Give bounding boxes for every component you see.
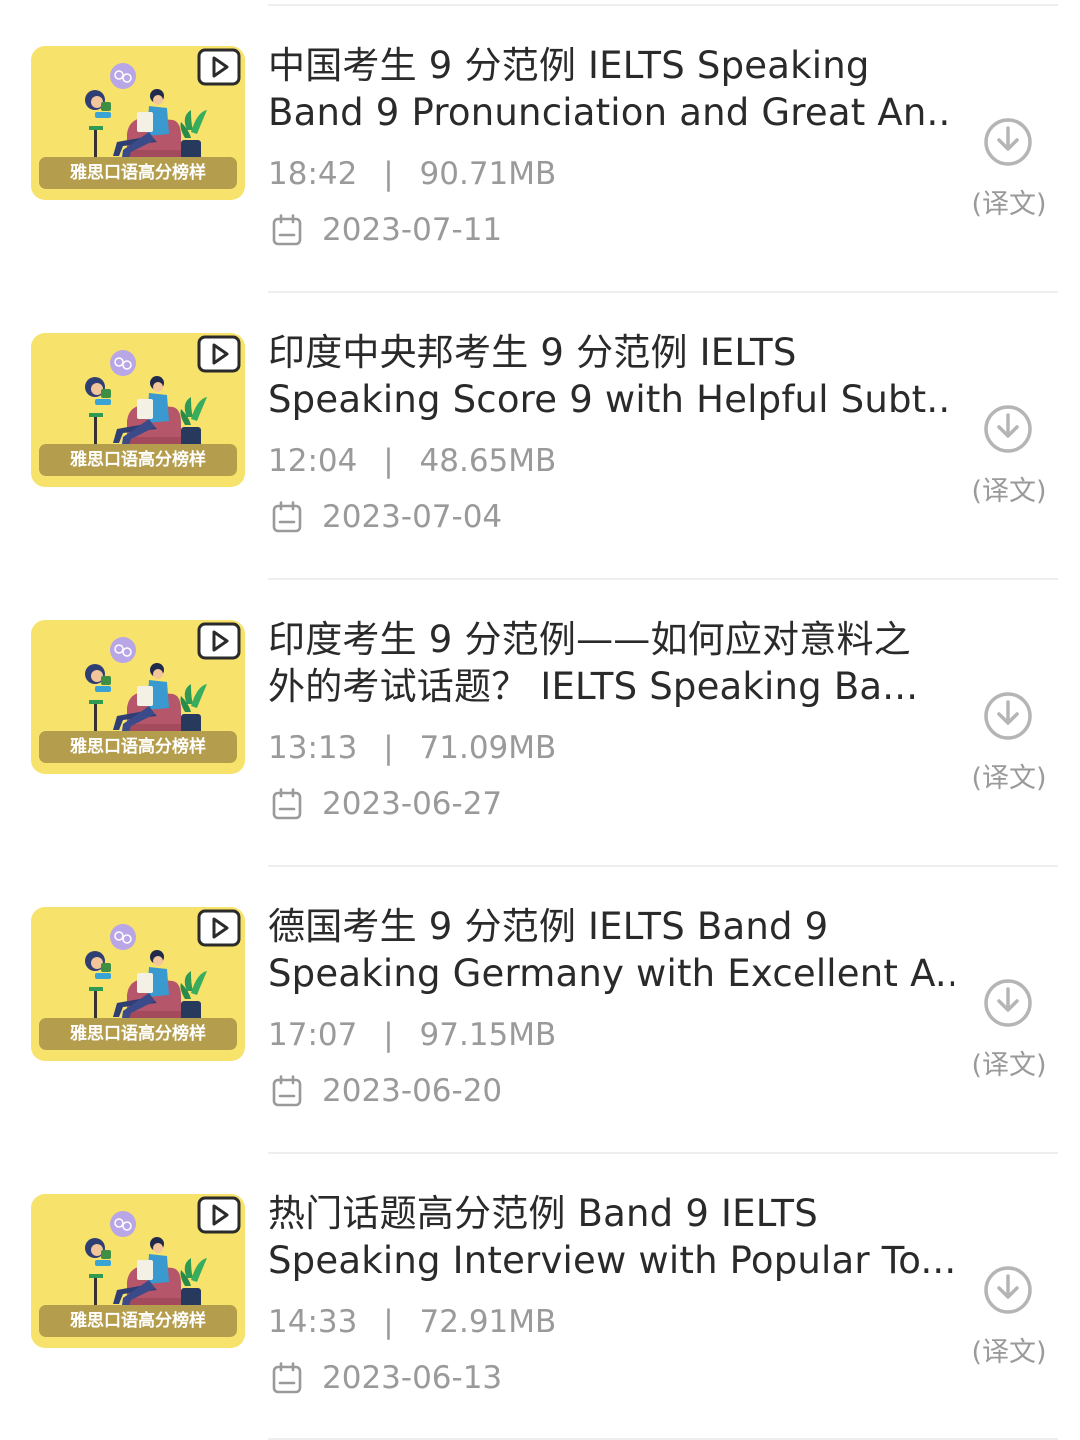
episode-date-text: 2023-06-13 — [322, 1360, 503, 1396]
play-icon[interactable] — [197, 622, 241, 660]
list-item[interactable]: 雅思口语高分榜样 印度考生 9 分范例——如何应对意料之 外的考试话题？ IEL… — [0, 574, 1080, 861]
list-item[interactable]: 雅思口语高分榜样 中国考生 9 分范例 IELTS Speaking Band … — [0, 0, 1080, 287]
episode-title[interactable]: 中国考生 9 分范例 IELTS Speaking Band 9 Pronunc… — [268, 42, 954, 136]
episode-title-line-1: 印度中央邦考生 9 分范例 IELTS — [268, 331, 797, 374]
translate-link[interactable]: (译文) — [964, 182, 1054, 221]
translate-link[interactable]: (译文) — [964, 1043, 1054, 1082]
episode-thumbnail[interactable]: 雅思口语高分榜样 — [31, 907, 245, 1061]
episode-date: 2023-06-20 — [272, 1073, 502, 1109]
meta-separator: | — [383, 730, 394, 766]
episode-title-line-2: Speaking Interview with Popular To... — [268, 1239, 954, 1282]
meta-separator: | — [383, 1017, 394, 1053]
episode-meta: 14:33 | 72.91MB — [268, 1304, 556, 1340]
download-icon[interactable] — [982, 116, 1034, 168]
list-item[interactable]: 雅思口语高分榜样 印度中央邦考生 9 分范例 IELTS Speaking Sc… — [0, 287, 1080, 574]
episode-title-line-1: 印度考生 9 分范例——如何应对意料之 — [268, 618, 911, 661]
thumbnail-caption: 雅思口语高分榜样 — [39, 1018, 237, 1050]
calendar-icon — [272, 1362, 302, 1394]
episode-title[interactable]: 热门话题高分范例 Band 9 IELTS Speaking Interview… — [268, 1190, 954, 1284]
episode-date-text: 2023-06-20 — [322, 1073, 503, 1109]
play-icon[interactable] — [197, 909, 241, 947]
episode-date: 2023-06-13 — [272, 1360, 502, 1396]
episode-date: 2023-07-11 — [272, 212, 502, 248]
episode-date-text: 2023-07-04 — [322, 499, 503, 535]
play-icon[interactable] — [197, 1196, 241, 1234]
episode-thumbnail[interactable]: 雅思口语高分榜样 — [31, 1194, 245, 1348]
episode-file-size: 48.65MB — [419, 443, 557, 479]
list-item[interactable]: 雅思口语高分榜样 热门话题高分范例 Band 9 IELTS Speaking … — [0, 1148, 1080, 1435]
episode-duration: 13:13 — [268, 730, 358, 766]
episode-thumbnail[interactable]: 雅思口语高分榜样 — [31, 333, 245, 487]
episode-file-size: 72.91MB — [419, 1304, 557, 1340]
play-icon[interactable] — [197, 48, 241, 86]
episode-meta: 13:13 | 71.09MB — [268, 730, 556, 766]
meta-separator: | — [383, 156, 394, 192]
download-icon[interactable] — [982, 977, 1034, 1029]
episode-duration: 14:33 — [268, 1304, 358, 1340]
episode-title[interactable]: 印度考生 9 分范例——如何应对意料之 外的考试话题？ IELTS Speaki… — [268, 616, 954, 710]
thumbnail-caption: 雅思口语高分榜样 — [39, 157, 237, 189]
meta-separator: | — [383, 1304, 394, 1340]
episode-title-line-1: 中国考生 9 分范例 IELTS Speaking — [268, 44, 870, 87]
episode-meta: 17:07 | 97.15MB — [268, 1017, 556, 1053]
episode-title[interactable]: 德国考生 9 分范例 IELTS Band 9 Speaking Germany… — [268, 903, 954, 997]
episode-meta: 18:42 | 90.71MB — [268, 156, 556, 192]
episode-meta: 12:04 | 48.65MB — [268, 443, 556, 479]
episode-title-line-2: Speaking Germany with Excellent A... — [268, 952, 954, 995]
download-icon[interactable] — [982, 690, 1034, 742]
calendar-icon — [272, 501, 302, 533]
meta-separator: | — [383, 443, 394, 479]
episode-date: 2023-06-27 — [272, 786, 502, 822]
download-icon[interactable] — [982, 1264, 1034, 1316]
translate-link[interactable]: (译文) — [964, 469, 1054, 508]
episode-duration: 17:07 — [268, 1017, 358, 1053]
list-item[interactable]: 雅思口语高分榜样 德国考生 9 分范例 IELTS Band 9 Speakin… — [0, 861, 1080, 1148]
episode-file-size: 97.15MB — [419, 1017, 557, 1053]
episode-date-text: 2023-07-11 — [322, 212, 503, 248]
thumbnail-caption: 雅思口语高分榜样 — [39, 1305, 237, 1337]
episode-title-line-2: 外的考试话题？ IELTS Speaking Ba... — [268, 665, 919, 708]
episode-thumbnail[interactable]: 雅思口语高分榜样 — [31, 620, 245, 774]
thumbnail-caption: 雅思口语高分榜样 — [39, 731, 237, 763]
episode-title-line-1: 德国考生 9 分范例 IELTS Band 9 — [268, 905, 829, 948]
play-icon[interactable] — [197, 335, 241, 373]
calendar-icon — [272, 214, 302, 246]
episode-file-size: 90.71MB — [419, 156, 557, 192]
episode-file-size: 71.09MB — [419, 730, 557, 766]
calendar-icon — [272, 788, 302, 820]
thumbnail-caption: 雅思口语高分榜样 — [39, 444, 237, 476]
translate-link[interactable]: (译文) — [964, 1330, 1054, 1369]
episode-duration: 12:04 — [268, 443, 358, 479]
episode-thumbnail[interactable]: 雅思口语高分榜样 — [31, 46, 245, 200]
episode-title-line-1: 热门话题高分范例 Band 9 IELTS — [268, 1192, 818, 1235]
episode-duration: 18:42 — [268, 156, 358, 192]
episode-title-line-2: Speaking Score 9 with Helpful Subt... — [268, 378, 954, 421]
translate-link[interactable]: (译文) — [964, 756, 1054, 795]
episode-date: 2023-07-04 — [272, 499, 502, 535]
episode-title-line-2: Band 9 Pronunciation and Great An... — [268, 91, 954, 134]
download-icon[interactable] — [982, 403, 1034, 455]
calendar-icon — [272, 1075, 302, 1107]
episode-title[interactable]: 印度中央邦考生 9 分范例 IELTS Speaking Score 9 wit… — [268, 329, 954, 423]
episode-date-text: 2023-06-27 — [322, 786, 503, 822]
